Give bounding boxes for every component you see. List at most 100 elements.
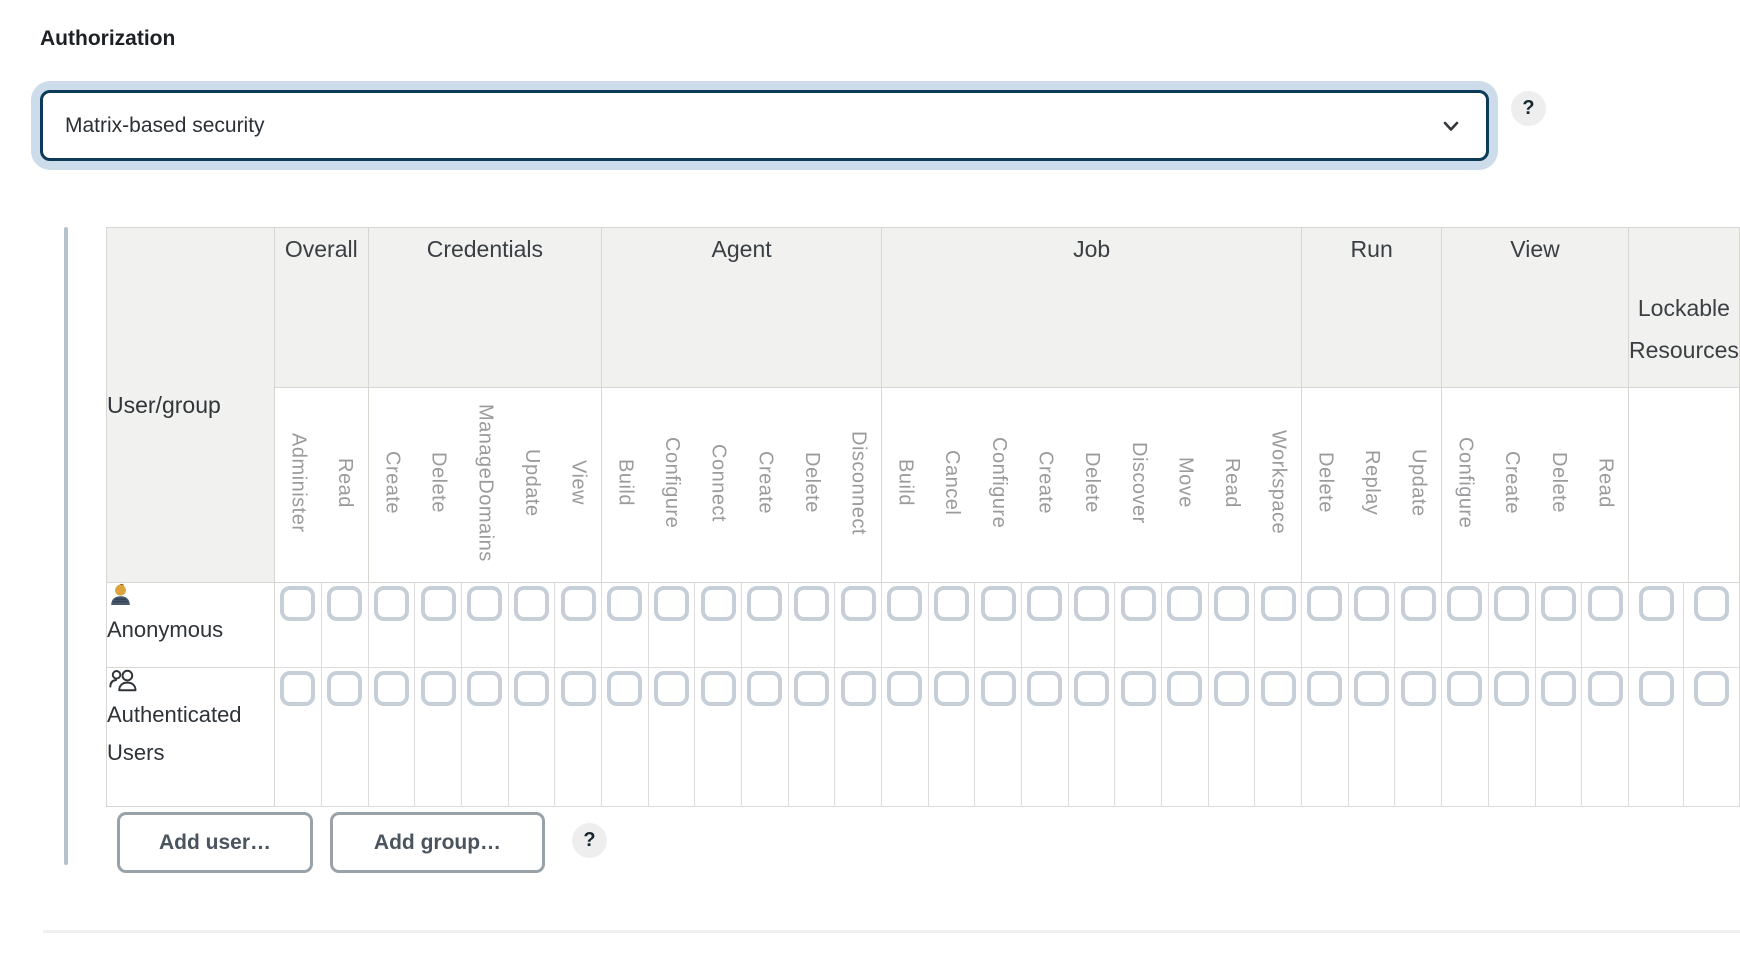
- permission-checkbox-run-update[interactable]: [1401, 586, 1436, 621]
- group-header-lockable-resources: Lockable Resources: [1628, 228, 1739, 388]
- permission-checkbox-agent-connect[interactable]: [701, 586, 736, 621]
- permission-column-label: Discover: [1127, 442, 1150, 524]
- permission-matrix-table: User/groupOverallCredentialsAgentJobRunV…: [106, 227, 1740, 807]
- permission-checkbox-job-move[interactable]: [1167, 671, 1202, 706]
- permission-checkbox-lockable-resources-column[interactable]: [1639, 671, 1674, 706]
- permission-checkbox-lockable-resources-column[interactable]: [1639, 586, 1674, 621]
- add-user-button[interactable]: Add user…: [117, 812, 313, 873]
- permission-checkbox-view-read[interactable]: [1588, 586, 1623, 621]
- add-group-button[interactable]: Add group…: [330, 812, 545, 873]
- permission-checkbox-job-delete[interactable]: [1074, 671, 1109, 706]
- permission-checkbox-overall-read[interactable]: [327, 586, 362, 621]
- permission-column-header-view-delete: Delete: [1535, 388, 1582, 583]
- permission-checkbox-run-replay[interactable]: [1354, 671, 1389, 706]
- permission-checkbox-view-create[interactable]: [1494, 586, 1529, 621]
- permission-checkbox-lockable-resources-column[interactable]: [1694, 586, 1729, 621]
- permission-cell: [321, 583, 368, 668]
- permission-checkbox-credentials-update[interactable]: [514, 671, 549, 706]
- group-header-label: Credentials: [369, 228, 601, 270]
- permission-checkbox-agent-create[interactable]: [747, 671, 782, 706]
- permission-checkbox-run-replay[interactable]: [1354, 586, 1389, 621]
- permission-column-label: Delete: [800, 452, 823, 513]
- permission-checkbox-agent-build[interactable]: [607, 671, 642, 706]
- permission-checkbox-job-read[interactable]: [1214, 586, 1249, 621]
- permission-cell: [882, 668, 929, 807]
- authorization-strategy-select[interactable]: Matrix-based security: [40, 90, 1489, 161]
- permission-cell: [1302, 668, 1349, 807]
- permission-checkbox-view-read[interactable]: [1588, 671, 1623, 706]
- permission-checkbox-view-delete[interactable]: [1541, 586, 1576, 621]
- chevron-down-icon: [1438, 113, 1464, 139]
- permission-checkbox-credentials-delete[interactable]: [421, 586, 456, 621]
- permission-checkbox-credentials-delete[interactable]: [421, 671, 456, 706]
- permission-checkbox-job-build[interactable]: [887, 586, 922, 621]
- permission-checkbox-job-workspace[interactable]: [1261, 586, 1296, 621]
- permission-checkbox-agent-delete[interactable]: [794, 586, 829, 621]
- group-header-label: View: [1442, 228, 1628, 270]
- permission-cell: [555, 583, 602, 668]
- permission-column-header-credentials-create: Create: [368, 388, 415, 583]
- permission-checkbox-job-build[interactable]: [887, 671, 922, 706]
- permission-column-label: Read: [1220, 458, 1243, 508]
- permission-checkbox-agent-delete[interactable]: [794, 671, 829, 706]
- permission-column-label: Delete: [1080, 452, 1103, 513]
- permission-checkbox-job-workspace[interactable]: [1261, 671, 1296, 706]
- permission-checkbox-agent-configure[interactable]: [654, 671, 689, 706]
- permission-checkbox-run-delete[interactable]: [1307, 586, 1342, 621]
- permission-cell: [928, 583, 975, 668]
- permission-column-header-job-workspace: Workspace: [1255, 388, 1302, 583]
- permission-checkbox-credentials-managedomains[interactable]: [467, 586, 502, 621]
- authorization-help-button[interactable]: ?: [1511, 91, 1546, 126]
- authorization-section-title: Authorization: [40, 27, 175, 51]
- permission-checkbox-agent-disconnect[interactable]: [841, 671, 876, 706]
- permission-cell: [742, 668, 789, 807]
- matrix-help-button[interactable]: ?: [572, 823, 607, 858]
- permission-cell: [1395, 583, 1442, 668]
- permission-checkbox-job-configure[interactable]: [981, 671, 1016, 706]
- permission-checkbox-run-update[interactable]: [1401, 671, 1436, 706]
- permission-column-label: Configure: [660, 437, 683, 528]
- permission-checkbox-view-configure[interactable]: [1447, 586, 1482, 621]
- permission-checkbox-run-delete[interactable]: [1307, 671, 1342, 706]
- permission-checkbox-agent-create[interactable]: [747, 586, 782, 621]
- permission-checkbox-job-discover[interactable]: [1121, 586, 1156, 621]
- people-icon: [107, 668, 274, 696]
- permission-checkbox-job-create[interactable]: [1027, 671, 1062, 706]
- permission-column-header-agent-configure: Configure: [648, 388, 695, 583]
- permission-checkbox-credentials-view[interactable]: [561, 671, 596, 706]
- permission-checkbox-job-cancel[interactable]: [934, 671, 969, 706]
- permission-checkbox-agent-connect[interactable]: [701, 671, 736, 706]
- permission-checkbox-overall-administer[interactable]: [280, 671, 315, 706]
- permission-checkbox-agent-configure[interactable]: [654, 586, 689, 621]
- permission-cell: [742, 583, 789, 668]
- permission-checkbox-overall-read[interactable]: [327, 671, 362, 706]
- permission-checkbox-agent-disconnect[interactable]: [841, 586, 876, 621]
- permission-checkbox-credentials-managedomains[interactable]: [467, 671, 502, 706]
- permission-column-label: Create: [380, 451, 403, 514]
- permission-checkbox-job-discover[interactable]: [1121, 671, 1156, 706]
- permission-column-label: Read: [333, 458, 356, 508]
- permission-checkbox-credentials-create[interactable]: [374, 586, 409, 621]
- permission-checkbox-lockable-resources-column[interactable]: [1694, 671, 1729, 706]
- permission-checkbox-view-create[interactable]: [1494, 671, 1529, 706]
- permission-checkbox-view-delete[interactable]: [1541, 671, 1576, 706]
- permission-checkbox-job-delete[interactable]: [1074, 586, 1109, 621]
- permission-checkbox-credentials-update[interactable]: [514, 586, 549, 621]
- permission-column-header-credentials-managedomains: ManageDomains: [462, 388, 509, 583]
- permission-checkbox-job-move[interactable]: [1167, 586, 1202, 621]
- permission-checkbox-overall-administer[interactable]: [280, 586, 315, 621]
- permission-checkbox-credentials-create[interactable]: [374, 671, 409, 706]
- permission-cell: [1684, 583, 1740, 668]
- group-header-overall: Overall: [274, 228, 368, 388]
- permission-checkbox-job-configure[interactable]: [981, 586, 1016, 621]
- permission-column-header-job-delete: Delete: [1068, 388, 1115, 583]
- permission-checkbox-job-create[interactable]: [1027, 586, 1062, 621]
- permission-checkbox-view-configure[interactable]: [1447, 671, 1482, 706]
- permission-checkbox-job-cancel[interactable]: [934, 586, 969, 621]
- permission-checkbox-credentials-view[interactable]: [561, 586, 596, 621]
- permission-column-header-agent-create: Create: [742, 388, 789, 583]
- permission-column-label: View: [566, 460, 589, 505]
- permission-checkbox-agent-build[interactable]: [607, 586, 642, 621]
- permission-checkbox-job-read[interactable]: [1214, 671, 1249, 706]
- permission-cell: [1488, 668, 1535, 807]
